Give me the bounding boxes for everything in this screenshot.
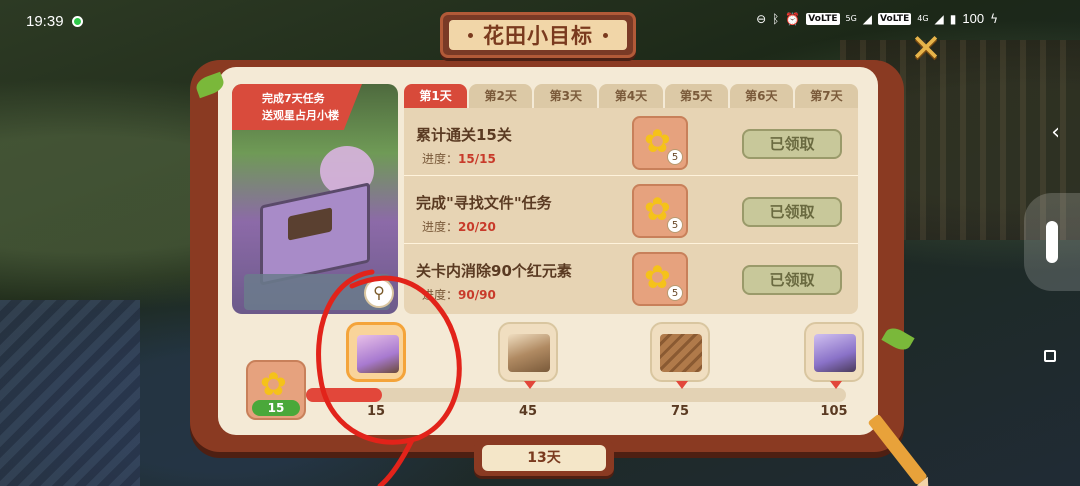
milestone-pin-icon xyxy=(676,381,688,389)
alarm-icon: ⏰ xyxy=(785,11,801,26)
progress-value: 20/20 xyxy=(458,220,496,234)
task-progress: 进度：20/20 xyxy=(422,218,496,235)
milestone-label: 75 xyxy=(670,404,690,419)
reward-count: 5 xyxy=(667,217,683,233)
task-progress: 进度：15/15 xyxy=(422,150,496,167)
task-row: 完成"寻找文件"任务 进度：20/20 ✿ 5 已领取 xyxy=(404,176,858,244)
promo-line-1: 完成7天任务 xyxy=(262,92,325,105)
side-nav-handle[interactable] xyxy=(1024,193,1080,291)
task-name: 累计通关15关 xyxy=(416,126,512,144)
tab-day-4[interactable]: 第4天 xyxy=(599,84,663,108)
reward-item[interactable]: ✿ 5 xyxy=(632,252,688,306)
title-dot-icon xyxy=(603,32,608,38)
tab-day-7[interactable]: 第7天 xyxy=(794,84,858,108)
signal-gen-2: 4G xyxy=(917,14,929,23)
progress-track xyxy=(306,388,846,402)
signal-gen-1: 5G xyxy=(845,14,857,23)
signal-icon-2: ◢ xyxy=(934,11,944,26)
milestone-label: 105 xyxy=(820,404,848,419)
bluetooth-icon: ᛒ xyxy=(772,11,780,26)
notification-icon xyxy=(71,15,83,27)
task-name: 完成"寻找文件"任务 xyxy=(416,194,552,212)
milestone-reward[interactable] xyxy=(650,322,710,389)
volte-badge-2: VoLTE xyxy=(878,12,912,25)
zoom-icon[interactable]: ⚲ xyxy=(364,278,394,308)
milestone-pin-icon xyxy=(830,381,842,389)
status-icons: ⊖ ᛒ ⏰ VoLTE 5G ◢ VoLTE 4G ◢ ▮ 100 ϟ xyxy=(756,11,998,26)
milestone-label: 45 xyxy=(518,404,538,419)
blossom-pavilion-icon xyxy=(357,335,399,373)
milestone-label: 15 xyxy=(366,404,386,419)
fence-bench-icon xyxy=(508,334,550,372)
title-plaque: 花田小目标 xyxy=(440,12,636,58)
recents-nav-icon[interactable] xyxy=(1044,350,1056,362)
battery-level: 100 xyxy=(962,11,985,26)
progress-label: 进度： xyxy=(422,220,459,234)
tab-day-6[interactable]: 第6天 xyxy=(729,84,793,108)
reward-item[interactable]: ✿ 5 xyxy=(632,184,688,238)
task-progress: 进度：90/90 xyxy=(422,286,496,303)
task-name: 关卡内消除90个红元素 xyxy=(416,262,572,280)
promo-banner: 完成7天任务 送观星占月小楼 xyxy=(232,84,362,130)
flower-count: 15 xyxy=(252,400,300,416)
reward-count: 5 xyxy=(667,285,683,301)
task-list: 累计通关15关 进度：15/15 ✿ 5 已领取 完成"寻找文件"任务 进度：2… xyxy=(404,108,858,314)
promo-card[interactable]: 完成7天任务 送观星占月小楼 ⚲ xyxy=(232,84,398,314)
milestone-reward[interactable] xyxy=(498,322,558,389)
task-row: 关卡内消除90个红元素 进度：90/90 ✿ 5 已领取 xyxy=(404,244,858,312)
background-roof xyxy=(0,300,140,486)
progress-label: 进度： xyxy=(422,152,459,166)
milestone-pin-icon xyxy=(524,381,536,389)
days-remaining: 13天 xyxy=(482,445,606,471)
home-bar-icon xyxy=(1046,221,1058,263)
flower-icon: ✿ xyxy=(260,365,287,403)
title-dot-icon xyxy=(468,32,473,38)
claimed-button[interactable]: 已领取 xyxy=(742,265,842,295)
progress-fill xyxy=(306,388,382,402)
page-title: 花田小目标 xyxy=(483,24,593,48)
status-time: 19:39 xyxy=(26,12,64,30)
tea-table-icon xyxy=(814,334,856,372)
tab-day-3[interactable]: 第3天 xyxy=(534,84,598,108)
milestone-reward[interactable] xyxy=(346,322,406,382)
reward-count: 5 xyxy=(667,149,683,165)
tab-day-2[interactable]: 第2天 xyxy=(469,84,533,108)
claimed-button[interactable]: 已领取 xyxy=(742,129,842,159)
close-icon[interactable]: ✕ xyxy=(904,28,948,68)
days-remaining-plaque: 13天 xyxy=(474,440,614,476)
wood-floor-icon xyxy=(660,334,702,372)
battery-icon: ▮ xyxy=(949,11,957,26)
milestone-reward[interactable] xyxy=(804,322,864,389)
tab-day-1[interactable]: 第1天 xyxy=(404,84,468,108)
charging-icon: ϟ xyxy=(990,11,998,26)
claimed-button[interactable]: 已领取 xyxy=(742,197,842,227)
reward-item[interactable]: ✿ 5 xyxy=(632,116,688,170)
volte-badge-1: VoLTE xyxy=(806,12,840,25)
day-tabs: 第1天 第2天 第3天 第4天 第5天 第6天 第7天 xyxy=(404,84,858,108)
progress-label: 进度： xyxy=(422,288,459,302)
promo-line-2: 送观星占月小楼 xyxy=(262,109,339,122)
back-nav-icon[interactable]: ‹ xyxy=(1051,120,1060,145)
task-row: 累计通关15关 进度：15/15 ✿ 5 已领取 xyxy=(404,108,858,176)
signal-icon: ◢ xyxy=(862,11,873,26)
progress-value: 15/15 xyxy=(458,152,496,166)
dnd-icon: ⊖ xyxy=(756,11,767,26)
progress-value: 90/90 xyxy=(458,288,496,302)
tab-day-5[interactable]: 第5天 xyxy=(664,84,728,108)
flower-counter: ✿ 15 xyxy=(246,360,306,420)
